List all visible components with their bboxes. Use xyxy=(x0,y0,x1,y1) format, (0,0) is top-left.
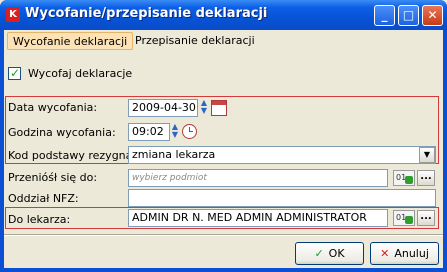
clock-icon[interactable] xyxy=(182,124,197,139)
nfz-input[interactable] xyxy=(128,189,436,207)
cancel-button[interactable]: ✕ Anuluj xyxy=(370,242,439,265)
maximize-icon: □ xyxy=(402,8,415,22)
maximize-button[interactable]: □ xyxy=(398,5,419,26)
picker-icon[interactable]: 01 xyxy=(393,170,415,186)
dialog-body: Wycofanie deklaracji Przepisanie deklara… xyxy=(4,30,443,268)
close-button[interactable]: ✕ xyxy=(422,5,443,26)
withdraw-checkbox[interactable]: ✓ xyxy=(8,66,21,80)
chevron-down-icon: ▼ xyxy=(423,150,431,159)
calendar-icon[interactable] xyxy=(211,100,227,116)
minimize-button[interactable]: _ xyxy=(374,5,395,26)
doctor-browse-button[interactable]: ... xyxy=(417,210,435,226)
reason-select[interactable]: zmiana lekarza xyxy=(128,146,436,164)
withdraw-checkbox-label: Wycofaj deklaracje xyxy=(28,67,133,80)
doctor-label: Do lekarza: xyxy=(8,213,71,226)
picker-icon[interactable]: 01 xyxy=(393,210,415,226)
move-to-browse-button[interactable]: ... xyxy=(417,170,435,186)
divider xyxy=(4,234,443,236)
ok-button[interactable]: ✓ OK xyxy=(295,242,364,265)
time-label: Godzina wycofania: xyxy=(8,126,116,139)
move-to-input[interactable]: wybierz podmiot xyxy=(128,169,388,187)
nfz-label: Oddział NFZ: xyxy=(8,192,79,205)
spin-down-icon: ▼ xyxy=(171,130,179,139)
ok-button-label: OK xyxy=(328,247,345,260)
app-logo-icon: K xyxy=(6,8,20,22)
spin-down-icon: ▼ xyxy=(200,106,208,115)
date-spinner[interactable]: ▲ ▼ xyxy=(199,99,209,117)
title-bar[interactable]: K Wycofanie/przepisanie deklaracji _ □ ✕ xyxy=(0,0,447,30)
minimize-icon: _ xyxy=(381,8,388,22)
date-label: Data wycofania: xyxy=(8,101,98,114)
reason-dropdown-button[interactable]: ▼ xyxy=(419,147,435,163)
date-input[interactable]: 2009-04-30 xyxy=(128,99,198,117)
time-input[interactable]: 09:02 xyxy=(128,123,170,141)
cancel-icon: ✕ xyxy=(380,247,390,260)
tab-withdraw[interactable]: Wycofanie deklaracji xyxy=(7,32,134,50)
cancel-button-label: Anuluj xyxy=(394,247,429,260)
move-label: Przenióśł się do: xyxy=(8,171,98,184)
doctor-input[interactable]: ADMIN DR N. MED ADMIN ADMINISTRATOR xyxy=(128,209,388,227)
window-title: Wycofanie/przepisanie deklaracji xyxy=(25,6,268,21)
dialog-window: K Wycofanie/przepisanie deklaracji _ □ ✕… xyxy=(0,0,447,272)
time-spinner[interactable]: ▲ ▼ xyxy=(170,123,180,141)
checkmark-icon: ✓ xyxy=(314,247,324,260)
close-icon: ✕ xyxy=(427,8,438,22)
check-icon: ✓ xyxy=(10,66,21,80)
tab-rewrite[interactable]: Przepisanie deklaracji xyxy=(130,32,260,50)
